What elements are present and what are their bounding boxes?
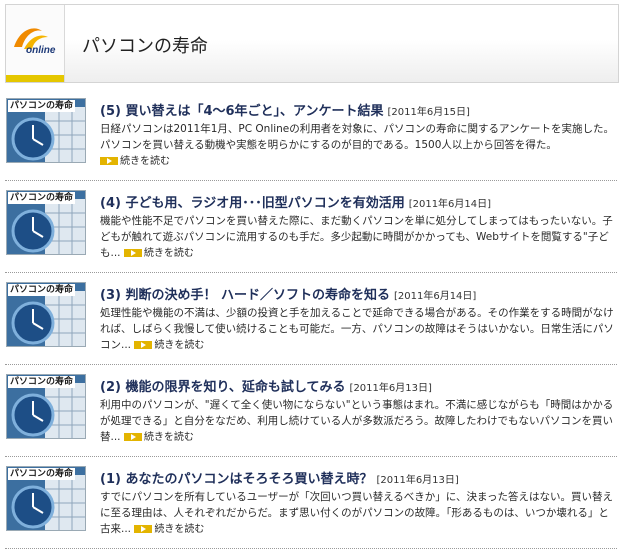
article-thumbnail[interactable]: パソコンの寿命 — [6, 374, 86, 439]
pc-online-logo[interactable]: online — [6, 5, 65, 82]
logo-text: online — [26, 45, 56, 56]
article-title-link[interactable]: (2) 機能の限界を知り、延命も試してみる — [100, 380, 346, 395]
article-title-link[interactable]: (4) 子ども用、ラジオ用･･･旧型パソコンを有効活用 — [100, 196, 405, 211]
thumbnail-label: パソコンの寿命 — [8, 100, 76, 112]
thumbnail-label: パソコンの寿命 — [8, 192, 76, 204]
article-thumbnail[interactable]: パソコンの寿命 — [6, 98, 86, 163]
arrow-right-icon — [100, 157, 118, 165]
article-thumbnail[interactable]: パソコンの寿命 — [6, 282, 86, 347]
read-more-link[interactable]: 続きを読む — [123, 431, 194, 443]
article-item: パソコンの寿命 (1) あなたのパソコンはそろそろ買い替え時？ [2011年6月1… — [5, 465, 617, 549]
article-item: パソコンの寿命 (2) 機能の限界を知り、延命も試してみる [2011年6月13日… — [5, 373, 617, 457]
article-title-link[interactable]: (5) 買い替えは「4～6年ごと」、アンケート結果 — [100, 104, 384, 119]
article-thumbnail[interactable]: パソコンの寿命 — [6, 190, 86, 255]
thumbnail-label: パソコンの寿命 — [8, 284, 76, 296]
article-item: パソコンの寿命 (3) 判断の決め手！ ハード／ソフトの寿命を知る [2011年6… — [5, 281, 617, 365]
article-date: [2011年6月14日] — [393, 291, 477, 302]
article-title-link[interactable]: (1) あなたのパソコンはそろそろ買い替え時？ — [100, 472, 372, 487]
read-more-link[interactable]: 続きを読む — [123, 247, 194, 259]
read-more-link[interactable]: 続きを読む — [100, 155, 170, 167]
article-date: [2011年6月13日] — [376, 475, 459, 486]
article-title-link[interactable]: (3) 判断の決め手！ ハード／ソフトの寿命を知る — [100, 288, 390, 303]
article-item: パソコンの寿命 (4) 子ども用、ラジオ用･･･旧型パソコンを有効活用 [2011… — [5, 189, 617, 273]
article-item: パソコンの寿命 (5) 買い替えは「4～6年ごと」、アンケート結果 [2011年6… — [5, 97, 617, 181]
page-title: パソコンの寿命 — [82, 36, 208, 57]
read-more-link[interactable]: 続きを読む — [134, 339, 204, 351]
page-header: online パソコンの寿命 — [5, 4, 619, 83]
article-thumbnail[interactable]: パソコンの寿命 — [6, 466, 86, 531]
article-date: [2011年6月13日] — [349, 383, 432, 394]
article-summary: 日経パソコンは2011年1月、PC Onlineの利用者を対象に、パソコンの寿命… — [100, 123, 615, 151]
logo-accent-bar — [6, 75, 64, 82]
article-date: [2011年6月14日] — [408, 199, 492, 210]
article-list: パソコンの寿命 (5) 買い替えは「4～6年ごと」、アンケート結果 [2011年6… — [5, 97, 617, 549]
arrow-right-icon — [123, 249, 142, 257]
arrow-right-icon — [134, 341, 153, 349]
thumbnail-label: パソコンの寿命 — [8, 376, 76, 388]
read-more-link[interactable]: 続きを読む — [134, 523, 204, 535]
logo-swoosh-icon: online — [14, 28, 56, 56]
arrow-right-icon — [123, 433, 142, 441]
article-date: [2011年6月15日] — [387, 107, 470, 118]
thumbnail-label: パソコンの寿命 — [8, 468, 76, 480]
arrow-right-icon — [134, 525, 153, 533]
